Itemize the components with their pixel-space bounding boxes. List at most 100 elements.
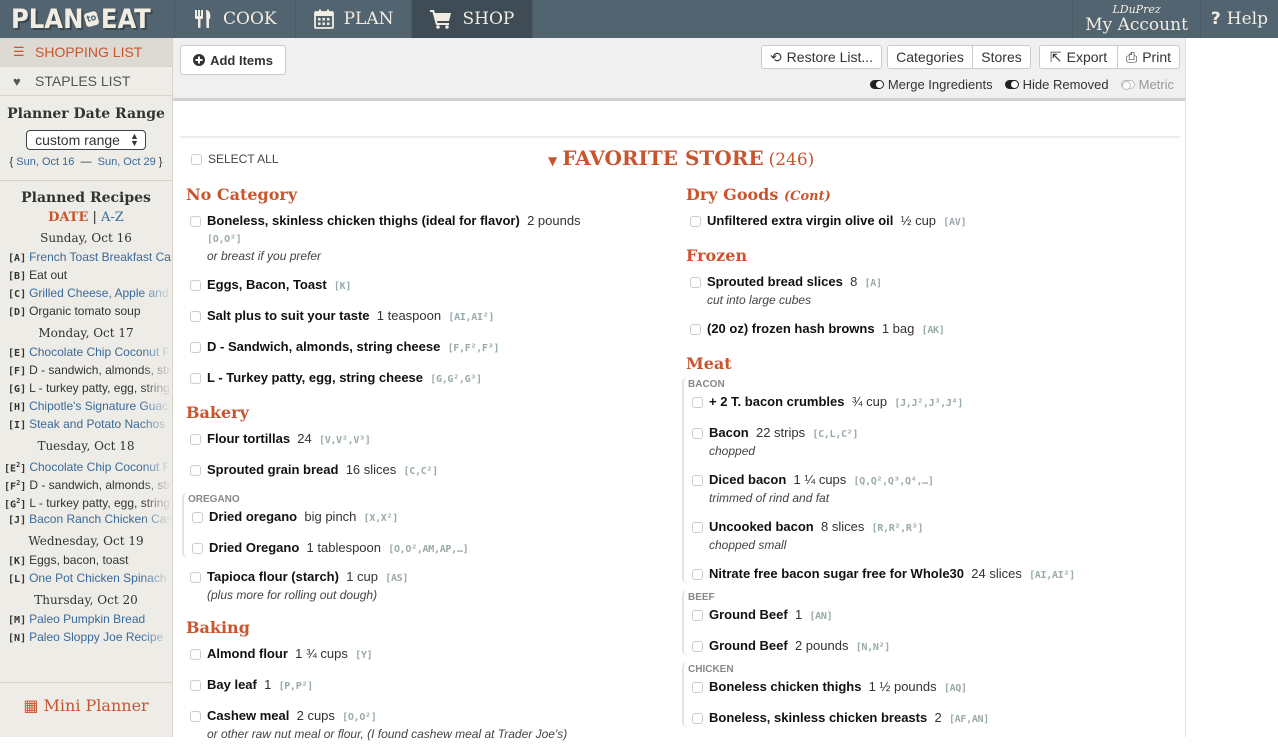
item-checkbox[interactable] [692, 682, 703, 693]
item-checkbox[interactable] [692, 522, 703, 533]
recipe-refs[interactable]: [J,J²,J³,J⁴] [894, 398, 963, 409]
select-all-checkbox[interactable] [191, 153, 202, 165]
recipe-refs[interactable]: [AI,AI²] [1029, 570, 1075, 581]
item-checkbox[interactable] [190, 649, 201, 660]
shopping-list-item[interactable]: Tapioca flour (starch) 1 cup [AS] (plus m… [186, 568, 666, 603]
recipe-refs[interactable]: [N,N²] [856, 642, 891, 653]
recipe-title[interactable]: Paleo Pumpkin Bread [29, 610, 145, 628]
shopping-list-item[interactable]: Salt plus to suit your taste 1 teaspoon … [186, 307, 666, 326]
sidebar-item-staples-list[interactable]: ♥ STAPLES LIST [0, 67, 172, 96]
item-checkbox[interactable] [190, 465, 201, 476]
recipe-refs[interactable]: [AI,AI²] [448, 312, 494, 323]
planned-recipe-item[interactable]: [A] French Toast Breakfast Ca [0, 248, 172, 266]
shopping-list-item[interactable]: Flour tortillas 24 [V,V²,V³] [186, 430, 666, 449]
recipe-refs[interactable]: [AF,AN] [949, 714, 989, 725]
shopping-list-item[interactable]: Boneless, skinless chicken breasts 2 [AF… [688, 709, 1166, 728]
help-link[interactable]: ? Help [1199, 0, 1278, 38]
item-checkbox[interactable] [692, 428, 703, 439]
shopping-list-item[interactable]: Sprouted grain bread 16 slices [C,C²] [186, 461, 666, 480]
shopping-list-item[interactable]: Unfiltered extra virgin olive oil ½ cup … [686, 212, 1166, 231]
recipe-refs[interactable]: [O,O²] [207, 234, 242, 245]
merge-ingredients-toggle[interactable]: Merge Ingredients [869, 77, 993, 92]
recipe-refs[interactable]: [P,P²] [279, 681, 314, 692]
recipe-refs[interactable]: [R,R²,R³] [872, 523, 924, 534]
categories-button[interactable]: Categories [887, 45, 973, 69]
print-button[interactable]: ⎙ Print [1117, 45, 1180, 69]
my-account-link[interactable]: LDuPrez My Account [1072, 0, 1200, 38]
nav-tab-plan[interactable]: PLAN [296, 0, 413, 38]
recipe-refs[interactable]: [F,F²,F³] [448, 343, 500, 354]
nav-tab-shop[interactable]: SHOP [412, 0, 534, 38]
shopping-list-item[interactable]: Diced bacon 1 ¼ cups [Q,Q²,Q³,Q⁴,…] trimm… [688, 471, 1166, 506]
item-checkbox[interactable] [190, 373, 201, 384]
shopping-list-item[interactable]: Almond flour 1 ¾ cups [Y] [186, 645, 666, 664]
recipe-refs[interactable]: [AV] [943, 217, 966, 228]
shopping-list-item[interactable]: Sprouted bread slices 8 [A] cut into larg… [686, 273, 1166, 308]
recipe-refs[interactable]: [K] [334, 281, 351, 292]
item-checkbox[interactable] [692, 397, 703, 408]
mini-planner-button[interactable]: ▦ Mini Planner [0, 682, 172, 715]
recipe-refs[interactable]: [A] [865, 278, 882, 289]
sidebar-item-shopping-list[interactable]: ☰ SHOPPING LIST [0, 38, 172, 67]
item-checkbox[interactable] [190, 216, 201, 227]
date-range-select[interactable]: custom range ▲ ▼ [26, 130, 146, 150]
recipe-refs[interactable]: [G,G²,G³] [430, 374, 482, 385]
shopping-list-item[interactable]: Uncooked bacon 8 slices [R,R²,R³] chopped… [688, 518, 1166, 553]
item-checkbox[interactable] [190, 572, 201, 583]
item-checkbox[interactable] [692, 713, 703, 724]
recipe-title[interactable]: French Toast Breakfast Ca [29, 248, 171, 266]
item-checkbox[interactable] [692, 475, 703, 486]
recipe-refs[interactable]: [V,V²,V³] [319, 435, 371, 446]
recipe-refs[interactable]: [X,X²] [364, 513, 399, 524]
item-checkbox[interactable] [190, 311, 201, 322]
plan-to-eat-logo[interactable]: PLAN to EAT [0, 0, 175, 38]
item-checkbox[interactable] [190, 680, 201, 691]
item-checkbox[interactable] [190, 434, 201, 445]
item-checkbox[interactable] [192, 543, 203, 554]
item-checkbox[interactable] [190, 342, 201, 353]
recipe-refs[interactable]: [Y] [355, 650, 372, 661]
hide-removed-toggle[interactable]: Hide Removed [1004, 77, 1109, 92]
export-button[interactable]: ⇱ Export [1039, 45, 1118, 69]
recipe-refs[interactable]: [Q,Q²,Q³,Q⁴,…] [854, 476, 934, 487]
range-end-link[interactable]: Sun, Oct 29 [98, 156, 156, 168]
shopping-list-item[interactable]: L - Turkey patty, egg, string cheese [G,… [186, 369, 666, 388]
sort-by-date[interactable]: DATE [48, 210, 88, 225]
store-header[interactable]: ▼ FAVORITE STORE (246) [548, 146, 814, 170]
nav-tab-cook[interactable]: COOK [175, 0, 296, 38]
recipe-refs[interactable]: [AS] [385, 573, 408, 584]
item-checkbox[interactable] [690, 324, 701, 335]
shopping-list-item[interactable]: (20 oz) frozen hash browns 1 bag [AK] [686, 320, 1166, 339]
shopping-list-item[interactable]: Bay leaf 1 [P,P²] [186, 676, 666, 695]
add-items-button[interactable]: Add Items [180, 45, 286, 75]
item-checkbox[interactable] [692, 569, 703, 580]
shopping-list-item[interactable]: Boneless, skinless chicken thighs (ideal… [186, 212, 586, 264]
shopping-list-item[interactable]: Eggs, Bacon, Toast [K] [186, 276, 666, 295]
item-checkbox[interactable] [692, 641, 703, 652]
stores-button[interactable]: Stores [972, 45, 1031, 69]
item-checkbox[interactable] [690, 216, 701, 227]
recipe-refs[interactable]: [AN] [809, 611, 832, 622]
shopping-list-item[interactable]: + 2 T. bacon crumbles ¾ cup [J,J²,J³,J⁴] [688, 393, 1166, 412]
recipe-refs[interactable]: [O,O²,AM,AP,…] [388, 544, 468, 555]
item-checkbox[interactable] [190, 280, 201, 291]
recipe-refs[interactable]: [O,O²] [342, 712, 377, 723]
shopping-list-item[interactable]: Dried oregano big pinch [X,X²] [188, 508, 666, 527]
item-checkbox[interactable] [192, 512, 203, 523]
item-checkbox[interactable] [692, 610, 703, 621]
item-checkbox[interactable] [690, 277, 701, 288]
shopping-list-item[interactable]: Bacon 22 strips [C,L,C²] chopped [688, 424, 1166, 459]
shopping-list-item[interactable]: Nitrate free bacon sugar free for Whole3… [688, 565, 1166, 584]
metric-toggle[interactable]: Metric [1120, 77, 1174, 92]
shopping-list-item[interactable]: Boneless chicken thighs 1 ½ pounds [AQ] [688, 678, 1166, 697]
recipe-refs[interactable]: [C,C²] [404, 466, 439, 477]
item-checkbox[interactable] [190, 711, 201, 722]
restore-list-button[interactable]: ⟲ Restore List... [761, 45, 882, 69]
sort-by-az[interactable]: A-Z [101, 210, 124, 225]
shopping-list-item[interactable]: Ground Beef 2 pounds [N,N²] [688, 637, 1166, 656]
select-all[interactable]: SELECT ALL [191, 152, 279, 166]
recipe-refs[interactable]: [AK] [922, 325, 945, 336]
planned-recipe-item[interactable]: [B] Eat out [0, 266, 172, 284]
shopping-list-item[interactable]: Ground Beef 1 [AN] [688, 606, 1166, 625]
range-start-link[interactable]: Sun, Oct 16 [16, 156, 74, 168]
